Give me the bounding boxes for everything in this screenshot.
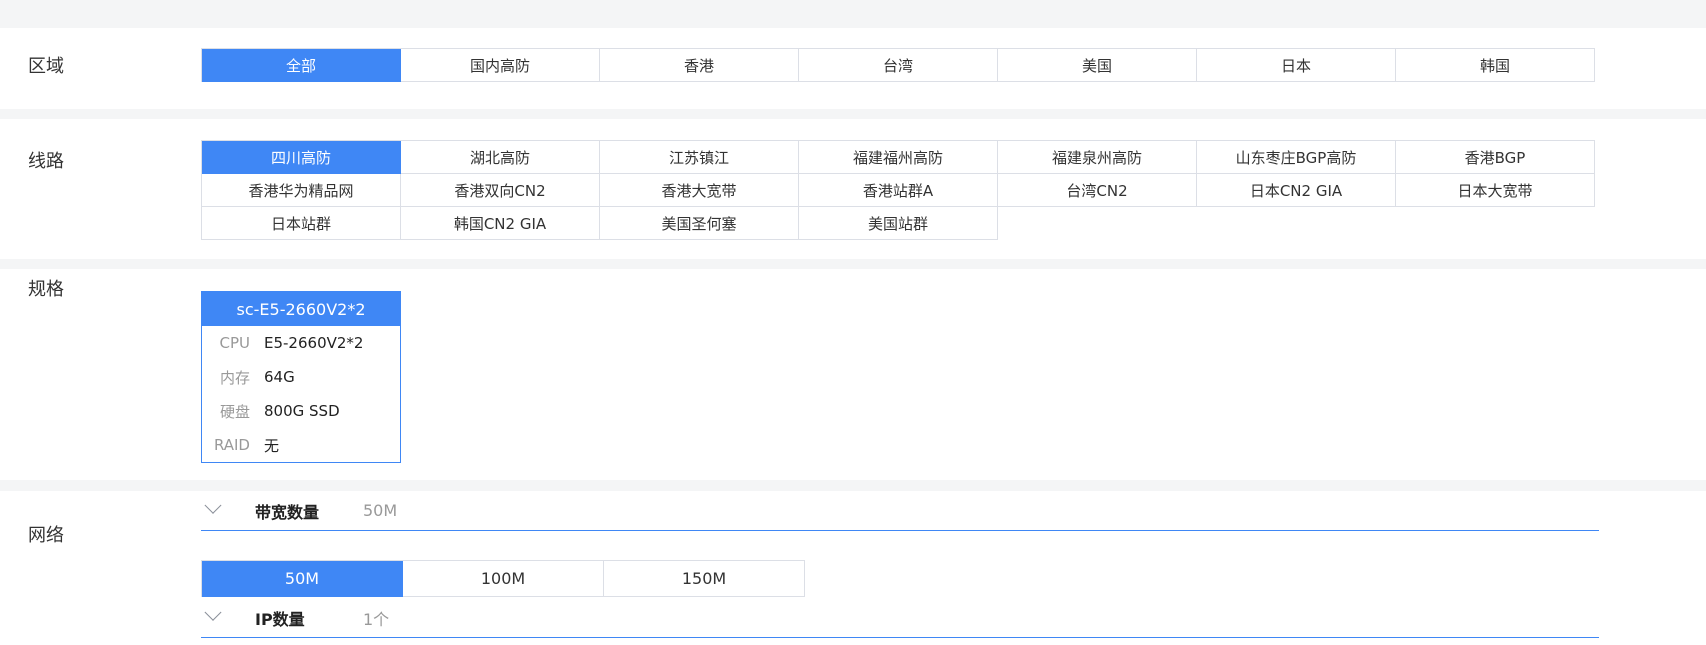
spec-value: 800G SSD (264, 402, 340, 420)
spec-value: 64G (264, 368, 295, 386)
spec-row-raid: RAID 无 (202, 428, 400, 462)
spec-label: 规格 (28, 279, 64, 300)
region-option-taiwan[interactable]: 台湾 (799, 49, 998, 82)
line-option[interactable]: 韩国CN2 GIA (401, 207, 600, 240)
bandwidth-header[interactable]: 带宽数量 50M (201, 491, 1599, 531)
line-option[interactable]: 日本站群 (202, 207, 401, 240)
ip-value: 1个 (363, 609, 390, 629)
spec-panel: 规格 sc-E5-2660V2*2 CPU E5-2660V2*2 内存 64G… (0, 269, 1706, 480)
line-option[interactable]: 香港大宽带 (600, 174, 799, 207)
line-option[interactable]: 福建泉州高防 (998, 141, 1197, 174)
line-option[interactable]: 日本大宽带 (1396, 174, 1595, 207)
line-option[interactable]: 美国站群 (799, 207, 998, 240)
spec-key: CPU (219, 334, 251, 352)
region-option-japan[interactable]: 日本 (1197, 49, 1396, 82)
line-option[interactable]: 湖北高防 (401, 141, 600, 174)
spec-key: 硬盘 (219, 402, 250, 421)
region-label: 区域 (28, 56, 64, 77)
region-option-domestic-ddos[interactable]: 国内高防 (401, 49, 600, 82)
bandwidth-option-100m[interactable]: 100M (403, 561, 604, 597)
region-option-korea[interactable]: 韩国 (1396, 49, 1595, 82)
line-option[interactable]: 香港华为精品网 (202, 174, 401, 207)
chevron-down-icon[interactable] (204, 603, 222, 621)
region-options: 全部 国内高防 香港 台湾 美国 日本 韩国 (201, 48, 1595, 82)
line-label: 线路 (28, 151, 64, 172)
line-option[interactable]: 四川高防 (202, 141, 401, 174)
bandwidth-option-150m[interactable]: 150M (604, 561, 805, 597)
spec-value: 无 (264, 436, 280, 455)
spec-row-disk: 硬盘 800G SSD (202, 394, 400, 428)
spec-card-title: sc-E5-2660V2*2 (202, 292, 400, 326)
spec-row-memory: 内存 64G (202, 360, 400, 394)
bandwidth-options: 50M 100M 150M (201, 560, 805, 597)
spec-card[interactable]: sc-E5-2660V2*2 CPU E5-2660V2*2 内存 64G 硬盘… (201, 291, 401, 463)
bandwidth-title: 带宽数量 (255, 502, 320, 522)
line-options: 四川高防 湖北高防 江苏镇江 福建福州高防 福建泉州高防 山东枣庄BGP高防 香… (201, 140, 1595, 240)
line-option[interactable]: 香港双向CN2 (401, 174, 600, 207)
bandwidth-value: 50M (363, 501, 398, 520)
region-option-usa[interactable]: 美国 (998, 49, 1197, 82)
ip-title: IP数量 (255, 609, 305, 629)
line-option[interactable]: 香港BGP (1396, 141, 1595, 174)
spec-key: RAID (213, 436, 250, 454)
network-panel: 网络 带宽数量 50M 50M 100M 150M IP数量 1个 (0, 491, 1706, 645)
network-label: 网络 (28, 525, 64, 546)
line-option[interactable]: 福建福州高防 (799, 141, 998, 174)
line-option[interactable]: 美国圣何塞 (600, 207, 799, 240)
line-option[interactable]: 江苏镇江 (600, 141, 799, 174)
bandwidth-option-50m[interactable]: 50M (202, 561, 403, 597)
chevron-down-icon[interactable] (204, 496, 222, 514)
line-option[interactable]: 日本CN2 GIA (1197, 174, 1396, 207)
spec-value: E5-2660V2*2 (264, 334, 364, 352)
line-option[interactable]: 山东枣庄BGP高防 (1197, 141, 1396, 174)
line-panel: 线路 四川高防 湖北高防 江苏镇江 福建福州高防 福建泉州高防 山东枣庄BGP高… (0, 119, 1706, 259)
spec-row-cpu: CPU E5-2660V2*2 (202, 326, 400, 360)
region-panel: 区域 全部 国内高防 香港 台湾 美国 日本 韩国 (0, 28, 1706, 109)
line-option[interactable]: 香港站群A (799, 174, 998, 207)
region-option-all[interactable]: 全部 (202, 49, 401, 82)
region-option-hongkong[interactable]: 香港 (600, 49, 799, 82)
line-option[interactable]: 台湾CN2 (998, 174, 1197, 207)
ip-header[interactable]: IP数量 1个 (201, 598, 1599, 638)
spec-key: 内存 (219, 368, 250, 387)
